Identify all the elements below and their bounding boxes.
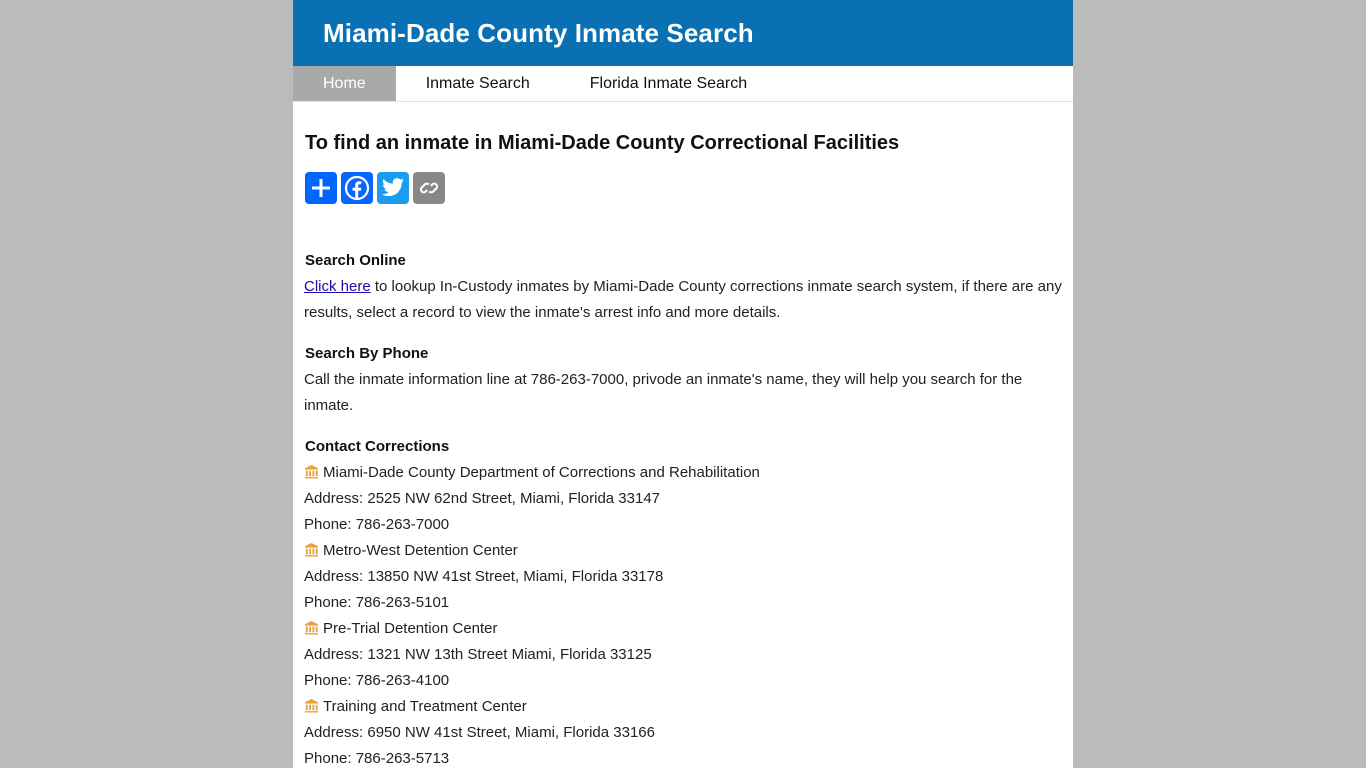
building-icon (304, 464, 319, 479)
search-phone-text: Call the inmate information line at 786-… (304, 371, 1023, 414)
facility-name: Metro-West Detention Center (323, 542, 518, 559)
facility-entry: Pre-Trial Detention Center Address: 1321… (304, 616, 1062, 694)
nav-inmate-search[interactable]: Inmate Search (396, 66, 560, 101)
facility-entry: Training and Treatment Center Address: 6… (304, 694, 1062, 768)
facility-phone: Phone: 786-263-5713 (304, 750, 450, 767)
page-container: Miami-Dade County Inmate Search Home Inm… (293, 0, 1073, 768)
share-buttons (305, 172, 1062, 204)
nav-florida-inmate-search[interactable]: Florida Inmate Search (560, 66, 777, 101)
facility-phone: Phone: 786-263-7000 (304, 516, 450, 533)
search-online-text: Click here to lookup In-Custody inmates … (304, 274, 1062, 326)
building-icon (304, 620, 319, 635)
site-title[interactable]: Miami-Dade County Inmate Search (323, 18, 754, 49)
search-online-section: Search Online Click here to lookup In-Cu… (304, 248, 1062, 326)
facility-phone: Phone: 786-263-5101 (304, 594, 450, 611)
facility-address: Address: 6950 NW 41st Street, Miami, Flo… (304, 724, 655, 741)
twitter-icon[interactable] (377, 172, 409, 204)
facility-name: Miami-Dade County Department of Correcti… (323, 464, 760, 481)
facility-entry: Metro-West Detention Center Address: 138… (304, 538, 1062, 616)
page-title: To find an inmate in Miami-Dade County C… (305, 132, 900, 154)
search-phone-heading: Search By Phone (305, 345, 429, 362)
building-icon (304, 542, 319, 557)
copy-link-icon[interactable] (413, 172, 445, 204)
facebook-icon[interactable] (341, 172, 373, 204)
facility-address: Address: 2525 NW 62nd Street, Miami, Flo… (304, 490, 661, 507)
search-online-description: to lookup In-Custody inmates by Miami-Da… (304, 278, 1062, 321)
facility-address: Address: 13850 NW 41st Street, Miami, Fl… (304, 568, 664, 585)
add-icon[interactable] (305, 172, 337, 204)
click-here-link[interactable]: Click here (304, 278, 371, 295)
contact-heading: Contact Corrections (305, 438, 450, 455)
main-nav: Home Inmate Search Florida Inmate Search (293, 66, 1073, 102)
search-phone-section: Search By Phone Call the inmate informat… (304, 341, 1062, 419)
site-header: Miami-Dade County Inmate Search (293, 0, 1073, 66)
facility-entry: Miami-Dade County Department of Correcti… (304, 460, 1062, 538)
facility-address: Address: 1321 NW 13th Street Miami, Flor… (304, 646, 652, 663)
facility-phone: Phone: 786-263-4100 (304, 672, 450, 689)
search-online-heading: Search Online (305, 252, 406, 269)
main-content: To find an inmate in Miami-Dade County C… (293, 131, 1073, 768)
building-icon (304, 698, 319, 713)
facility-name: Pre-Trial Detention Center (323, 620, 498, 637)
nav-home[interactable]: Home (293, 66, 396, 101)
contact-section: Contact Corrections Miami-Dade County De… (304, 434, 1062, 768)
facility-name: Training and Treatment Center (323, 698, 527, 715)
